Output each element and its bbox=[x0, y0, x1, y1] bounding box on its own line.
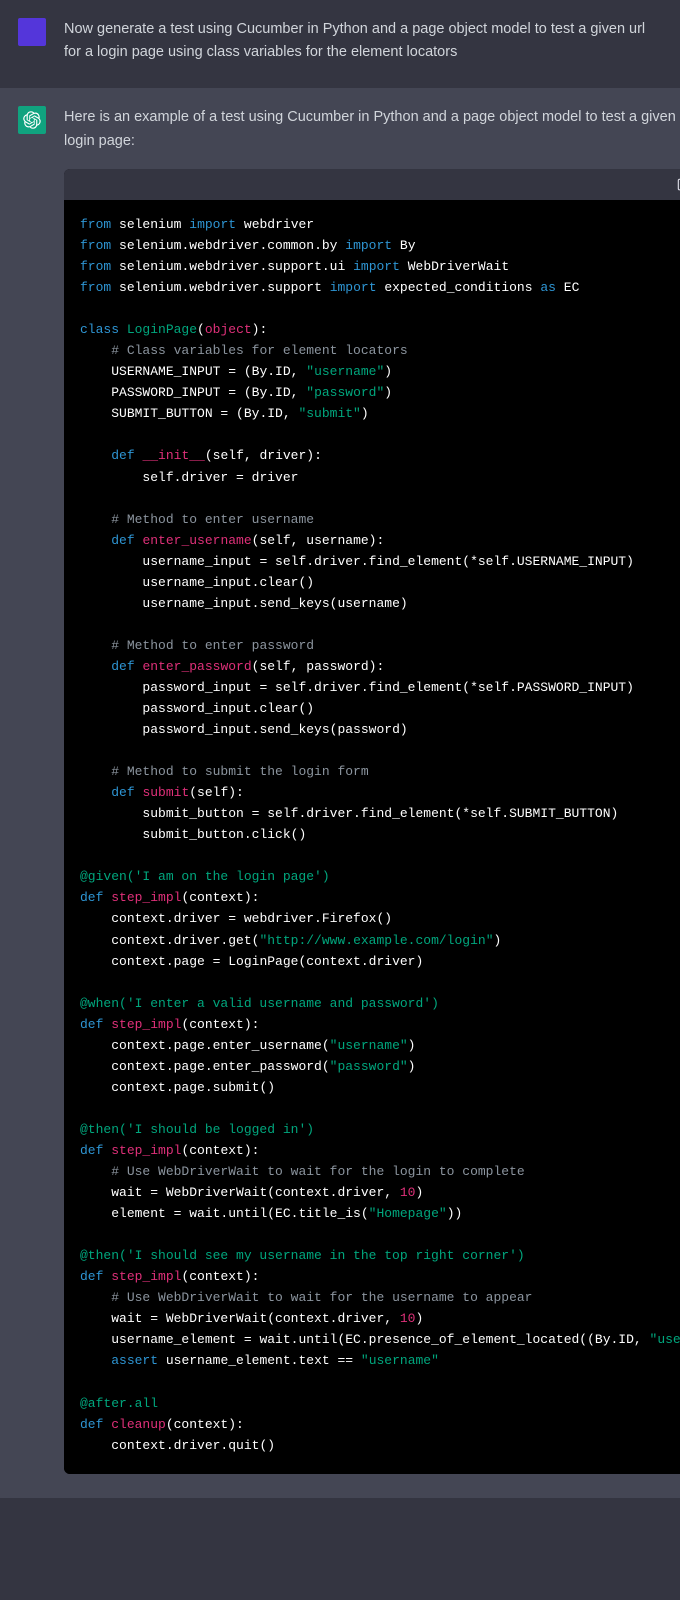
assistant-message-body: Here is an example of a test using Cucum… bbox=[64, 106, 680, 1473]
copy-code-button[interactable]: Copy code bbox=[676, 175, 680, 194]
assistant-intro-text: Here is an example of a test using Cucum… bbox=[64, 106, 680, 152]
code-block: Copy code from selenium import webdriver… bbox=[64, 169, 680, 1474]
user-avatar bbox=[18, 18, 46, 46]
assistant-message-row: Here is an example of a test using Cucum… bbox=[0, 88, 680, 1497]
code-header: Copy code bbox=[64, 169, 680, 200]
openai-icon bbox=[23, 111, 41, 129]
user-message-row: Now generate a test using Cucumber in Py… bbox=[0, 0, 680, 88]
code-content[interactable]: from selenium import webdriver from sele… bbox=[64, 200, 680, 1474]
assistant-avatar bbox=[18, 106, 46, 134]
user-message-text: Now generate a test using Cucumber in Py… bbox=[64, 18, 662, 64]
clipboard-icon bbox=[676, 177, 680, 191]
